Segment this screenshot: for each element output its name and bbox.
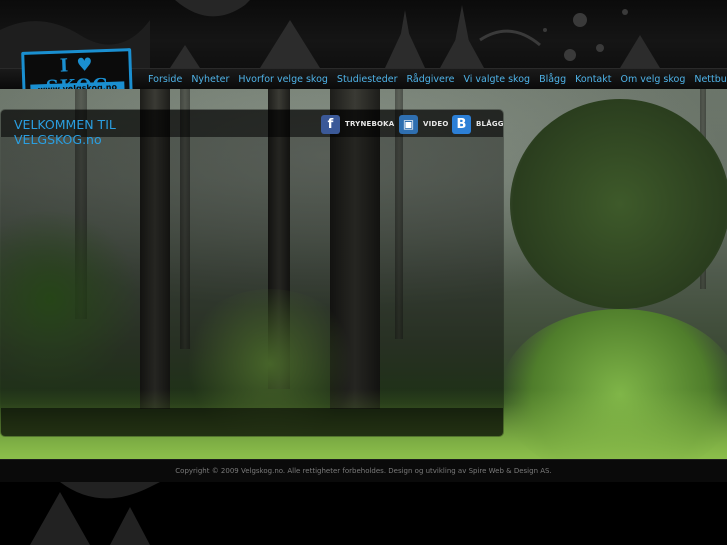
facebook-icon: f [321, 114, 340, 134]
logo-prefix: I [59, 55, 70, 77]
page-title: VELKOMMEN TIL VELGSKOG.no [14, 117, 116, 147]
nav-item-hvorfor-velge-skog[interactable]: Hvorfor velge skog [238, 74, 328, 85]
heart-icon: ♥ [76, 54, 94, 77]
blogger-icon: B [452, 114, 471, 134]
nav-item-forside[interactable]: Forside [148, 74, 182, 85]
foliage [510, 99, 727, 309]
nav-menu: Forside Nyheter Hvorfor velge skog Studi… [148, 69, 727, 89]
video-link[interactable]: ▣ VIDEO [399, 114, 449, 134]
nav-item-blagg[interactable]: Blågg [539, 74, 566, 85]
nav-item-studiesteder[interactable]: Studiesteder [337, 74, 398, 85]
panel-footer [1, 408, 503, 436]
nav-item-nyheter[interactable]: Nyheter [191, 74, 229, 85]
nav-item-radgivere[interactable]: Rådgivere [407, 74, 455, 85]
video-label: VIDEO [423, 120, 449, 128]
footer: Copyright © 2009 Velgskog.no. Alle retti… [0, 459, 727, 483]
nav-item-vi-valgte-skog[interactable]: Vi valgte skog [463, 74, 530, 85]
facebook-label: TRYNEBOKA [345, 120, 395, 128]
blog-label: BLÅGG [476, 120, 504, 128]
facebook-link[interactable]: f TRYNEBOKA [321, 114, 394, 134]
panel-header: VELKOMMEN TIL VELGSKOG.no f TRYNEBOKA ▣ … [1, 110, 504, 147]
welcome-panel: VELKOMMEN TIL VELGSKOG.no f TRYNEBOKA ▣ … [1, 110, 504, 436]
film-icon: ▣ [399, 114, 418, 134]
nav-item-kontakt[interactable]: Kontakt [575, 74, 611, 85]
bottom-tree-silhouettes [30, 482, 160, 545]
nav-item-nettbutikk[interactable]: Nettbutikk [694, 74, 727, 85]
blog-link[interactable]: B BLÅGG [452, 114, 504, 134]
nav-item-om-velg-skog[interactable]: Om velg skog [620, 74, 685, 85]
bottom-decoration [0, 482, 727, 545]
copyright-text: Copyright © 2009 Velgskog.no. Alle retti… [175, 467, 552, 475]
